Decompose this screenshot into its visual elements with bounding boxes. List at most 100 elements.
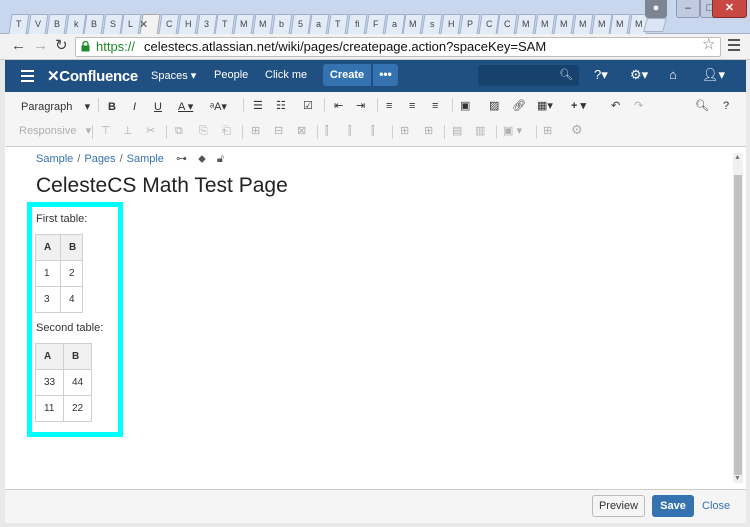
browser-tab[interactable]: T — [214, 14, 236, 34]
window-close-button[interactable]: ✕ — [712, 0, 747, 18]
breadcrumb-item[interactable]: Sample — [36, 153, 73, 165]
browser-tab[interactable]: T — [8, 14, 30, 34]
undo-icon[interactable]: ↶ — [611, 99, 620, 113]
url-input[interactable]: https:// celestecs.atlassian.net/wiki/pa… — [75, 37, 721, 57]
help-shortcuts-icon[interactable]: ? — [723, 99, 729, 113]
settings-gear-icon[interactable]: ⚙▾ — [630, 67, 648, 83]
confluence-logo[interactable]: ✕Confluence — [47, 67, 138, 85]
more-formatting-icon[interactable]: ᵃA▾ — [210, 100, 227, 114]
breadcrumb-item[interactable]: Pages — [84, 153, 115, 165]
table-delete-icon[interactable]: ⊠ — [297, 124, 306, 138]
split-cell-icon[interactable]: ⊞ — [424, 124, 433, 138]
browser-tab[interactable]: fi — [346, 14, 368, 34]
browser-tab[interactable]: s — [421, 14, 443, 34]
column-left-icon[interactable]: ⫿ — [325, 124, 329, 138]
browser-tab[interactable]: H — [177, 14, 199, 34]
browser-tab[interactable]: M — [252, 14, 274, 34]
text-color-icon[interactable]: A ▾ — [178, 100, 193, 114]
column-cut-icon[interactable]: ⫿ — [371, 124, 375, 138]
scroll-up-arrow-icon[interactable]: ▲ — [734, 154, 741, 161]
app-switcher-icon[interactable] — [21, 70, 34, 85]
spaces-menu[interactable]: Spaces ▾ — [151, 69, 196, 82]
redo-icon[interactable]: ↷ — [634, 99, 643, 113]
table-copy-row-icon[interactable]: ⧉ — [175, 124, 183, 138]
create-more-button[interactable]: ••• — [373, 64, 398, 86]
table-paste-above-icon[interactable]: ⎘ — [199, 124, 208, 138]
browser-tab[interactable]: C — [158, 14, 180, 34]
align-center-icon[interactable]: ≡ — [409, 99, 415, 113]
table-paste-below-icon[interactable]: ⎗ — [222, 124, 231, 138]
browser-tab[interactable]: V — [27, 14, 49, 34]
labels-tag-icon[interactable]: ⬥ — [198, 153, 206, 165]
save-button[interactable]: Save — [652, 495, 694, 517]
responsive-dropdown[interactable]: Responsive ▾ — [19, 124, 91, 138]
breadcrumb-item[interactable]: Sample — [127, 153, 164, 165]
browser-tab[interactable]: a — [308, 14, 330, 34]
click-me-link[interactable]: Click me — [265, 69, 307, 81]
editor-content[interactable]: Sample / Pages / Sample ⊶ ⬥ 🔓︎ CelesteCS Mat… — [5, 147, 746, 489]
user-profile-icon[interactable]: ● — [645, 0, 667, 18]
merge-cells-icon[interactable]: ⊞ — [400, 124, 409, 138]
page-tree-icon[interactable]: ⊶ — [176, 153, 187, 165]
people-link[interactable]: People — [214, 69, 248, 81]
heading-row-icon[interactable]: ▤ — [452, 124, 462, 138]
bookmark-star-icon[interactable]: ☆ — [702, 37, 715, 53]
table-row-above-icon[interactable]: ⊤ — [101, 124, 111, 138]
preview-button[interactable]: Preview — [592, 495, 645, 517]
new-tab-button[interactable] — [643, 18, 667, 32]
italic-icon[interactable]: I — [133, 100, 136, 114]
chrome-menu-icon[interactable] — [728, 39, 740, 54]
underline-icon[interactable]: U — [154, 100, 162, 114]
task-list-icon[interactable]: ☑ — [303, 99, 313, 113]
table-heading-row-icon[interactable]: ⊞ — [251, 124, 260, 138]
back-arrow-icon[interactable]: ← — [11, 38, 26, 54]
insert-more-icon[interactable]: + ▾ — [571, 99, 586, 113]
browser-tab[interactable]: H — [440, 14, 462, 34]
help-icon[interactable]: ?▾ — [594, 67, 608, 83]
user-avatar-icon[interactable]: 👤︎▾ — [702, 67, 725, 83]
insert-image-icon[interactable]: ▨ — [489, 99, 499, 113]
editor-scrollbar[interactable]: ▲ ▼ — [733, 153, 743, 483]
table-cut-row-icon[interactable]: ✂ — [146, 124, 155, 138]
numbered-list-icon[interactable]: ☷ — [276, 99, 286, 113]
create-button[interactable]: Create — [323, 64, 371, 86]
align-left-icon[interactable]: ≡ — [386, 99, 392, 113]
page-layout-icon[interactable]: ▣ — [460, 99, 470, 113]
minimize-button[interactable]: – — [676, 0, 700, 18]
browser-tab[interactable]: P — [459, 14, 481, 34]
browser-tab[interactable]: B — [83, 14, 105, 34]
table-row-below-icon[interactable]: ⊥ — [123, 124, 133, 138]
browser-tab[interactable]: M — [553, 14, 575, 34]
reload-icon[interactable]: ↻ — [55, 38, 68, 54]
table-layout-icon[interactable]: ⊞ — [543, 124, 552, 138]
link-icon[interactable]: 🔗︎ — [512, 99, 526, 113]
browser-tab[interactable]: M — [233, 14, 255, 34]
table-settings-gear-icon[interactable]: ⚙ — [571, 123, 583, 137]
scroll-down-arrow-icon[interactable]: ▼ — [734, 475, 741, 482]
tab-close-icon[interactable]: ✕ — [139, 18, 148, 31]
browser-tab[interactable]: M — [515, 14, 537, 34]
bullet-list-icon[interactable]: ☰ — [253, 99, 263, 113]
outdent-icon[interactable]: ⇤ — [334, 99, 343, 113]
browser-tab[interactable]: M — [534, 14, 556, 34]
paragraph-format-dropdown[interactable]: Paragraph ▾ — [21, 100, 90, 114]
browser-tab[interactable]: b — [271, 14, 293, 34]
table-number-column-icon[interactable]: ⊟ — [274, 124, 283, 138]
browser-tab[interactable]: F — [365, 14, 387, 34]
heading-column-icon[interactable]: ▥ — [475, 124, 485, 138]
browser-tab[interactable]: B — [46, 14, 68, 34]
forward-arrow-icon[interactable]: → — [33, 38, 48, 54]
browser-tab[interactable]: M — [609, 14, 631, 34]
close-link[interactable]: Close — [702, 500, 730, 512]
cell-color-icon[interactable]: ▣ ▾ — [503, 124, 522, 138]
bold-icon[interactable]: B — [108, 100, 116, 114]
indent-icon[interactable]: ⇥ — [356, 99, 365, 113]
browser-tab[interactable]: T — [327, 14, 349, 34]
column-right-icon[interactable]: ⫿ — [348, 124, 352, 138]
browser-tab[interactable]: M — [402, 14, 424, 34]
restrictions-unlock-icon[interactable]: 🔓︎ — [217, 153, 224, 165]
browser-tab[interactable]: M — [572, 14, 594, 34]
search-input[interactable]: 🔍︎ — [478, 65, 579, 86]
scrollbar-thumb[interactable] — [734, 175, 742, 475]
page-title[interactable]: CelesteCS Math Test Page — [36, 174, 288, 198]
